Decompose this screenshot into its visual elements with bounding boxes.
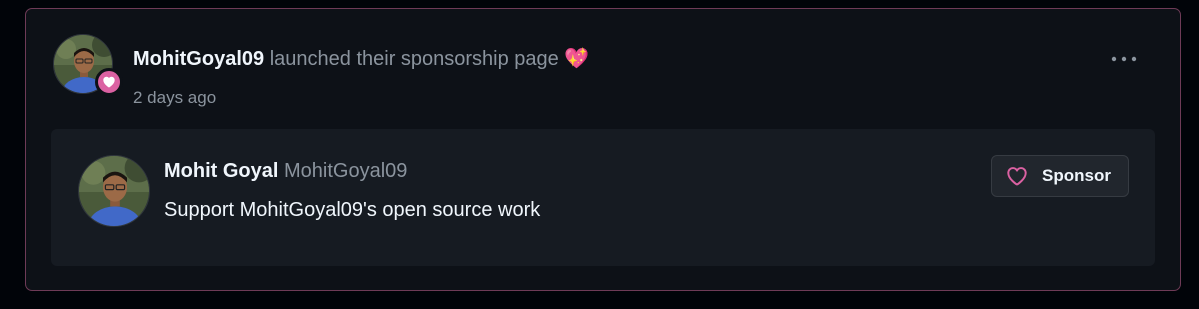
sponsorship-event-card: MohitGoyal09 launched their sponsorship … xyxy=(25,8,1181,291)
sponsor-button[interactable]: Sponsor xyxy=(991,155,1129,197)
action-text: launched their sponsorship page xyxy=(269,48,559,70)
sponsorship-description: Support MohitGoyal09's open source work xyxy=(164,199,541,221)
actor-link[interactable]: MohitGoyal09 xyxy=(133,48,264,70)
kebab-horizontal-icon xyxy=(1111,56,1137,62)
sponsorable-avatar[interactable] xyxy=(78,155,150,227)
sponsor-heart-badge xyxy=(95,68,123,96)
more-options-button[interactable] xyxy=(1106,47,1142,71)
event-timestamp[interactable]: 2 days ago xyxy=(133,87,216,109)
sponsor-button-label: Sponsor xyxy=(1042,166,1111,185)
sponsorable-login[interactable]: MohitGoyal09 xyxy=(284,160,407,182)
sponsor-profile-panel: Mohit Goyal MohitGoyal09 Support MohitGo… xyxy=(51,129,1155,266)
sponsorable-avatar-photo xyxy=(79,156,149,226)
sponsorable-name-line: Mohit Goyal MohitGoyal09 xyxy=(164,158,407,184)
heart-filled-icon xyxy=(103,76,115,88)
sparkling-heart-emoji: 💖 xyxy=(564,48,590,70)
sponsorable-full-name[interactable]: Mohit Goyal xyxy=(164,160,278,182)
event-headline: MohitGoyal09 launched their sponsorship … xyxy=(133,46,589,72)
heart-outline-icon xyxy=(1007,167,1027,186)
